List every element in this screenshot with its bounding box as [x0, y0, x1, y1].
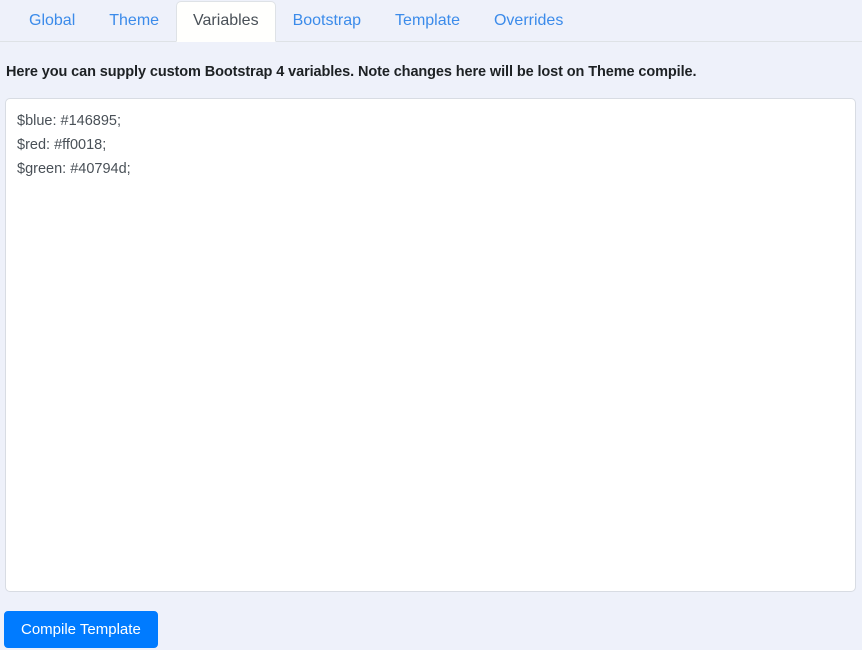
tab-overrides[interactable]: Overrides: [477, 1, 580, 42]
tab-bar: Global Theme Variables Bootstrap Templat…: [0, 0, 862, 42]
panel-description: Here you can supply custom Bootstrap 4 v…: [6, 64, 697, 80]
tab-bootstrap[interactable]: Bootstrap: [276, 1, 378, 42]
tab-global[interactable]: Global: [12, 1, 92, 42]
tab-theme[interactable]: Theme: [92, 1, 176, 42]
tab-template[interactable]: Template: [378, 1, 477, 42]
tab-variables[interactable]: Variables: [176, 1, 276, 42]
variables-editor-input[interactable]: [5, 98, 856, 592]
compile-template-button[interactable]: Compile Template: [4, 611, 158, 648]
